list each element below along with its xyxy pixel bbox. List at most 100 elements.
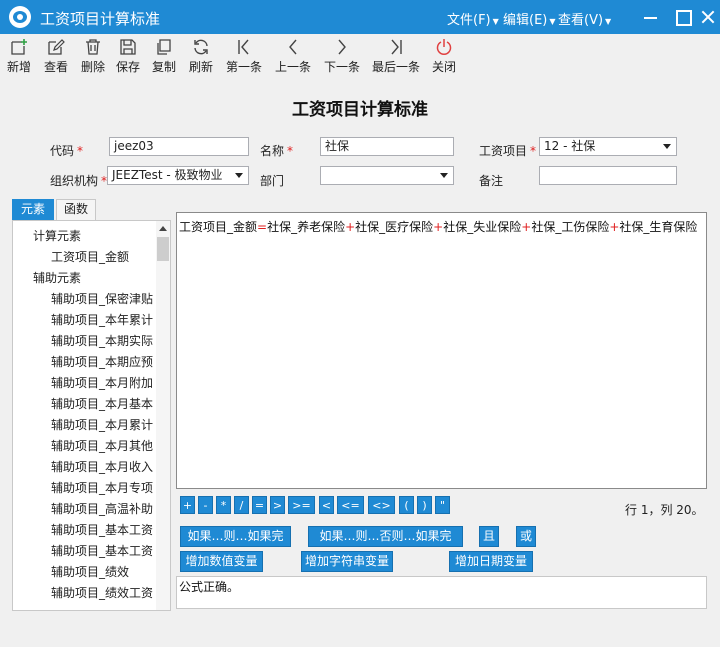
last-record-button[interactable]: 最后一条 (371, 38, 421, 78)
tab-elements[interactable]: 元素 (12, 199, 54, 220)
dept-label: 部门 (260, 174, 285, 188)
operator-less-button[interactable]: < (319, 496, 334, 514)
add-string-var-button[interactable]: 增加字符串变量 (301, 551, 393, 572)
menu-file[interactable]: 文件(F) ▼ (447, 9, 499, 28)
toolbar: 新增 查看 删除 保存 复制 刷新 第一条 上一条 下一条 最后一条 关闭 (0, 34, 720, 80)
if-then-button[interactable]: 如果…则…如果完 (180, 526, 291, 547)
org-select[interactable]: JEEZTest - 极致物业 (107, 166, 249, 185)
last-icon (391, 39, 402, 55)
chevron-down-icon (663, 144, 671, 149)
tree-item[interactable]: 辅助项目_本月其他 (51, 437, 153, 454)
save-button[interactable]: 保存 (113, 38, 143, 78)
formula-operand: 工资项目_金额 (179, 220, 258, 234)
trash-icon (86, 39, 100, 55)
operator-left-paren-button[interactable]: ( (399, 496, 414, 514)
chevron-down-icon: ▼ (605, 17, 612, 26)
operator-less-equal-button[interactable]: <= (337, 496, 364, 514)
note-label: 备注 (479, 174, 504, 188)
org-label: 组织机构 * (50, 174, 108, 188)
note-input[interactable] (539, 166, 677, 185)
tree-item[interactable]: 辅助项目_绩效工资 (51, 584, 153, 601)
operator-not-equal-button[interactable]: <> (368, 496, 395, 514)
tree-item[interactable]: 辅助项目_保密津贴 (51, 290, 153, 307)
tree-group-aux[interactable]: 辅助元素 (33, 269, 81, 286)
next-icon (338, 39, 346, 55)
or-button[interactable]: 或 (516, 526, 536, 547)
scroll-up-icon[interactable] (159, 226, 167, 231)
tree-item[interactable]: 辅助项目_基本工资 (51, 521, 153, 538)
tree-item[interactable]: 辅助项目_本期实际 (51, 332, 153, 349)
and-button[interactable]: 且 (479, 526, 499, 547)
formula-operand: 社保_养老保险 (267, 220, 346, 234)
delete-button[interactable]: 删除 (78, 38, 108, 78)
formula-operator: = (257, 220, 268, 234)
add-number-var-button[interactable]: 增加数值变量 (180, 551, 263, 572)
name-input[interactable]: 社保 (320, 137, 454, 156)
operator-equals-button[interactable]: = (252, 496, 267, 514)
tree-item[interactable]: 辅助项目_本年累计 (51, 311, 153, 328)
chevron-down-icon (440, 173, 448, 178)
salary-item-label: 工资项目 * (479, 144, 537, 158)
validation-result: 公式正确。 (176, 576, 707, 609)
add-icon (11, 39, 27, 55)
minimize-button[interactable] (640, 6, 662, 28)
salary-item-select[interactable]: 12 - 社保 (539, 137, 677, 156)
formula-operator: + (345, 220, 356, 234)
formula-operand: 社保_失业保险 (443, 220, 522, 234)
operator-minus-button[interactable]: - (198, 496, 213, 514)
tree-item[interactable]: 辅助项目_本月收入 (51, 458, 153, 475)
formula-operator: + (433, 220, 444, 234)
tree-item[interactable]: 辅助项目_本月累计 (51, 416, 153, 433)
cursor-position: 行 1，列 20。 (625, 503, 704, 517)
add-date-var-button[interactable]: 增加日期变量 (449, 551, 533, 572)
tree-item[interactable]: 工资项目_金额 (51, 248, 129, 265)
copy-button[interactable]: 复制 (149, 38, 179, 78)
first-record-button[interactable]: 第一条 (224, 38, 264, 78)
if-then-else-button[interactable]: 如果…则…否则…如果完 (308, 526, 463, 547)
prev-record-button[interactable]: 上一条 (273, 38, 313, 78)
scroll-thumb[interactable] (157, 237, 169, 261)
code-label: 代码 * (50, 144, 84, 158)
add-button[interactable]: 新增 (4, 38, 34, 78)
copy-icon (157, 39, 171, 55)
next-record-button[interactable]: 下一条 (322, 38, 362, 78)
operator-greater-button[interactable]: > (270, 496, 285, 514)
tab-functions[interactable]: 函数 (56, 199, 96, 220)
tree-item[interactable]: 辅助项目_高温补助 (51, 500, 153, 517)
operator-quote-button[interactable]: " (435, 496, 450, 514)
app-logo-icon (9, 6, 31, 28)
refresh-button[interactable]: 刷新 (186, 38, 216, 78)
menu-view[interactable]: 查看(V) ▼ (558, 9, 611, 28)
dept-select[interactable] (320, 166, 454, 185)
close-window-button[interactable] (697, 6, 719, 28)
tree-item[interactable]: 辅助项目_本月附加 (51, 374, 153, 391)
formula-editor[interactable]: 工资项目_金额=社保_养老保险+社保_医疗保险+社保_失业保险+社保_工伤保险+… (176, 212, 707, 489)
code-input[interactable]: jeez03 (109, 137, 249, 156)
operator-multiply-button[interactable]: * (216, 496, 231, 514)
formula-operand: 社保_医疗保险 (355, 220, 434, 234)
operator-divide-button[interactable]: / (234, 496, 249, 514)
tree-scrollbar[interactable] (156, 221, 170, 610)
tree-item[interactable]: 辅助项目_绩效 (51, 563, 129, 580)
view-button[interactable]: 查看 (41, 38, 71, 78)
tree-item[interactable]: 辅助项目_本期应预 (51, 353, 153, 370)
tree-item[interactable]: 辅助项目_基本工资 (51, 542, 153, 559)
tree-group-calc[interactable]: 计算元素 (33, 227, 81, 244)
menu-edit[interactable]: 编辑(E) ▼ (503, 9, 556, 28)
operator-plus-button[interactable]: + (180, 496, 195, 514)
tree-item[interactable]: 辅助项目_本月基本 (51, 395, 153, 412)
tree-item[interactable]: 辅助项目_本月专项 (51, 479, 153, 496)
formula-operand: 社保_工伤保险 (531, 220, 610, 234)
chevron-down-icon (235, 173, 243, 178)
power-icon (436, 39, 452, 55)
operator-right-paren-button[interactable]: ) (417, 496, 432, 514)
prev-icon (289, 39, 297, 55)
chevron-down-icon: ▼ (549, 17, 556, 26)
maximize-button[interactable] (672, 6, 694, 28)
operator-greater-equal-button[interactable]: >= (288, 496, 315, 514)
element-tree: 计算元素 工资项目_金额 辅助元素 辅助项目_保密津贴 辅助项目_本年累计 辅助… (12, 220, 171, 611)
window-title: 工资项目计算标准 (40, 10, 161, 28)
close-button[interactable]: 关闭 (429, 38, 459, 78)
edit-icon (48, 39, 65, 55)
save-icon (120, 39, 136, 55)
